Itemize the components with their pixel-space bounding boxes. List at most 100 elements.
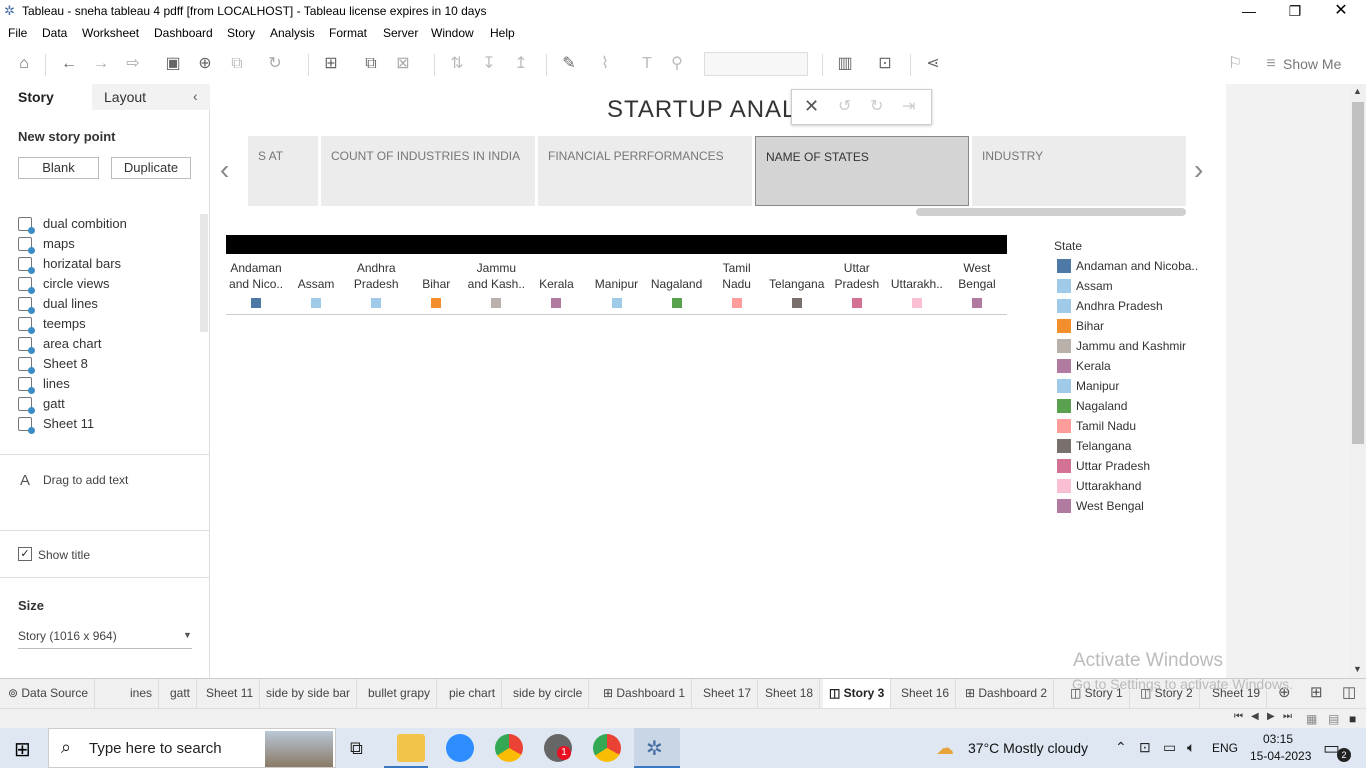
replay-icon[interactable]: ⇨ xyxy=(122,54,144,74)
drag-to-add-text[interactable]: Drag to add text xyxy=(43,473,128,487)
tab-sheet[interactable]: gatt xyxy=(164,679,198,708)
home-icon[interactable]: ⌂ xyxy=(13,54,35,74)
task-view-icon[interactable]: ⧉ xyxy=(350,738,363,759)
labels-icon[interactable]: T xyxy=(636,54,658,74)
tab-layout[interactable]: Layout xyxy=(104,84,146,110)
new-story-icon[interactable]: ◫ xyxy=(1342,683,1356,701)
show-title-checkbox[interactable]: ✓ xyxy=(18,547,32,561)
state-mark[interactable] xyxy=(731,298,742,308)
state-mark[interactable] xyxy=(611,298,622,308)
show-me-button[interactable]: Show Me xyxy=(1283,56,1341,72)
menu-server[interactable]: Server xyxy=(383,26,418,40)
sort-ascending-icon[interactable]: ↧ xyxy=(478,54,500,74)
tabs-view-icon[interactable]: ■ xyxy=(1349,712,1356,726)
tab-sheet[interactable]: Sheet 11 xyxy=(200,679,261,708)
update-icon[interactable]: ↻ xyxy=(870,96,883,116)
story-nav-scrollbar[interactable] xyxy=(916,208,1186,216)
new-worksheet-icon[interactable]: ⊞ xyxy=(320,54,342,74)
pin-icon[interactable]: ⚲ xyxy=(666,54,688,74)
story-point-1[interactable]: COUNT OF INDUSTRIES IN INDIA xyxy=(321,136,535,206)
presentation-icon[interactable]: ⊡ xyxy=(874,54,896,74)
menu-data[interactable]: Data xyxy=(42,26,67,40)
share-icon[interactable]: ⋖ xyxy=(922,54,944,74)
state-mark[interactable] xyxy=(431,298,442,308)
save-as-new-icon[interactable]: ⇥ xyxy=(902,96,915,116)
tab-sheet[interactable]: side by side bar xyxy=(260,679,358,708)
highlight-icon[interactable]: ✎ xyxy=(558,54,580,74)
tab-story-active[interactable]: ◫ Story 3 xyxy=(823,679,892,708)
tab-sheet[interactable]: Sheet 18 xyxy=(759,679,821,708)
chrome-icon[interactable] xyxy=(495,734,523,762)
save-icon[interactable]: ▣ xyxy=(162,54,184,74)
tab-dashboard[interactable]: ⊞ Dashboard 2 xyxy=(959,679,1055,708)
swap-icon[interactable]: ⇅ xyxy=(446,54,468,74)
scroll-thumb[interactable] xyxy=(1352,102,1364,444)
menu-window[interactable]: Window xyxy=(431,26,474,40)
state-mark[interactable] xyxy=(911,298,922,308)
scroll-up-icon[interactable]: ▲ xyxy=(1353,86,1362,96)
undo-icon[interactable]: ← xyxy=(58,54,80,74)
chrome-profile-icon[interactable] xyxy=(593,734,621,762)
scroll-down-icon[interactable]: ▼ xyxy=(1353,664,1362,674)
state-mark[interactable] xyxy=(551,298,562,308)
tab-sheet[interactable]: bullet grapy xyxy=(362,679,438,708)
sort-descending-icon[interactable]: ↥ xyxy=(510,54,532,74)
tab-sheet[interactable]: Sheet 17 xyxy=(697,679,759,708)
tab-sheet[interactable]: Sheet 16 xyxy=(895,679,957,708)
menu-worksheet[interactable]: Worksheet xyxy=(82,26,139,40)
state-mark[interactable] xyxy=(251,298,262,308)
battery-icon[interactable]: ▭ xyxy=(1163,739,1176,756)
vertical-scrollbar[interactable]: ▲ ▼ xyxy=(1350,84,1366,678)
next-tab-icon[interactable]: ▶ xyxy=(1267,711,1275,722)
size-dropdown[interactable]: Story (1016 x 964) xyxy=(18,629,117,643)
state-mark[interactable] xyxy=(311,298,322,308)
tab-sheet[interactable]: pie chart xyxy=(443,679,503,708)
chevron-up-icon[interactable]: ⌃ xyxy=(1115,739,1127,756)
prev-tab-icon[interactable]: ◀ xyxy=(1251,711,1259,722)
windows-start-icon[interactable]: ⊞ xyxy=(14,737,31,762)
zoom-icon[interactable] xyxy=(446,734,474,762)
taskbar-search-box[interactable]: ⌕ Type here to search xyxy=(48,728,336,768)
state-mark[interactable] xyxy=(491,298,502,308)
duplicate-button[interactable]: Duplicate xyxy=(111,157,191,179)
state-mark[interactable] xyxy=(671,298,682,308)
state-mark[interactable] xyxy=(971,298,982,308)
group-icon[interactable]: ⌇ xyxy=(594,54,616,74)
menu-analysis[interactable]: Analysis xyxy=(270,26,315,40)
tab-sheet[interactable]: side by circle xyxy=(507,679,590,708)
state-mark[interactable] xyxy=(791,298,802,308)
previous-story-point-icon[interactable]: ‹ xyxy=(220,154,229,186)
menu-help[interactable]: Help xyxy=(490,26,515,40)
story-point-0[interactable]: S AT xyxy=(248,136,318,206)
sheet-sorter-icon[interactable]: ▤ xyxy=(1328,712,1339,726)
tab-sheet[interactable]: ines xyxy=(124,679,160,708)
refresh-icon[interactable]: ↻ xyxy=(264,54,286,74)
clock-date[interactable]: 15-04-2023 xyxy=(1250,749,1311,763)
sheet-list-scrollbar[interactable] xyxy=(200,214,208,332)
filmstrip-icon[interactable]: ▦ xyxy=(1306,712,1317,726)
menu-dashboard[interactable]: Dashboard xyxy=(154,26,213,40)
story-point-3-active[interactable]: NAME OF STATES xyxy=(755,136,969,206)
tab-data-source[interactable]: ⊚ Data Source xyxy=(2,679,96,708)
file-explorer-icon[interactable] xyxy=(397,734,425,762)
language-indicator[interactable]: ENG xyxy=(1212,741,1238,755)
show-me-icon[interactable]: ≡ xyxy=(1260,54,1282,74)
redo-icon[interactable]: → xyxy=(90,54,112,74)
weather-text[interactable]: 37°C Mostly cloudy xyxy=(968,740,1088,756)
fit-dropdown[interactable] xyxy=(704,52,808,76)
clock-time[interactable]: 03:15 xyxy=(1263,732,1293,746)
weather-icon[interactable]: ☁ xyxy=(936,738,954,759)
tab-dashboard[interactable]: ⊞ Dashboard 1 xyxy=(597,679,693,708)
new-dashboard-icon[interactable]: ⊞ xyxy=(1310,683,1323,701)
blank-button[interactable]: Blank xyxy=(18,157,99,179)
menu-file[interactable]: File xyxy=(8,26,27,40)
cards-icon[interactable]: ▥ xyxy=(834,54,856,74)
clear-sheet-icon[interactable]: ⊠ xyxy=(392,54,414,74)
minimize-icon[interactable]: — xyxy=(1226,0,1272,24)
first-tab-icon[interactable]: ⏮ xyxy=(1234,711,1243,722)
close-icon[interactable]: ✕ xyxy=(1318,0,1364,24)
revert-icon[interactable]: ↺ xyxy=(838,96,851,116)
menu-format[interactable]: Format xyxy=(329,26,367,40)
tab-story[interactable]: Story xyxy=(18,84,54,110)
collapse-panel-icon[interactable]: ‹ xyxy=(193,88,198,104)
